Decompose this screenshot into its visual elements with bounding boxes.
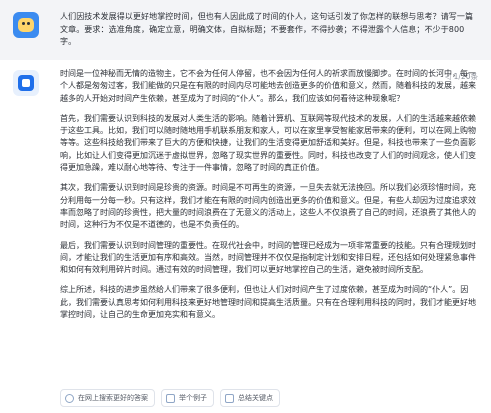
assistant-avatar	[13, 70, 39, 96]
answer-body: 时间是一位神秘而无情的造物主，它不会为任何人停留，也不会因为任何人的祈求而放慢脚…	[60, 68, 478, 329]
answer-paragraph: 其次，我们需要认识到时间是珍贵的资源。时间是不可再生的资源，一旦失去就无法挽回。…	[60, 183, 476, 230]
search-web-label: 在网上搜索更好的答案	[78, 394, 148, 402]
example-button[interactable]: 举个例子	[161, 389, 214, 407]
assistant-message: ◁ 1/20条 时间是一位神秘而无情的造物主，它不会为任何人停留，也不会因为任何…	[0, 60, 491, 367]
answer-paragraph: 综上所述，科技的进步虽然给人们带来了很多便利，但也让人们对时间产生了过度依赖，甚…	[60, 285, 476, 320]
user-question: 人们因技术发展得以更好地掌控时间，但也有人因此成了时间的仆人，这句话引发了你怎样…	[60, 12, 474, 46]
answer-paragraph: 时间是一位神秘而无情的造物主，它不会为任何人停留，也不会因为任何人的祈求而放慢脚…	[60, 69, 476, 103]
suggestion-bar: 在网上搜索更好的答案 举个例子 总结关键点	[0, 367, 491, 413]
example-icon	[166, 393, 175, 403]
answer-paragraph: 最后，我们需要认识到时间管理的重要性。在现代社会中，时间的管理已经成为一项非常重…	[60, 240, 476, 275]
summary-label: 总结关键点	[238, 394, 273, 402]
summary-button[interactable]: 总结关键点	[220, 389, 280, 407]
search-web-button[interactable]: 在网上搜索更好的答案	[60, 389, 155, 407]
answer-paragraph: 首先，我们需要认识到科技的发展对人类生活的影响。随着计算机、互联网等现代技术的发…	[60, 113, 476, 173]
summary-icon	[225, 393, 234, 403]
search-icon	[65, 393, 74, 403]
user-message: 人们因技术发展得以更好地掌控时间，但也有人因此成了时间的仆人，这句话引发了你怎样…	[0, 0, 491, 60]
example-label: 举个例子	[179, 394, 207, 402]
user-avatar	[13, 12, 39, 38]
